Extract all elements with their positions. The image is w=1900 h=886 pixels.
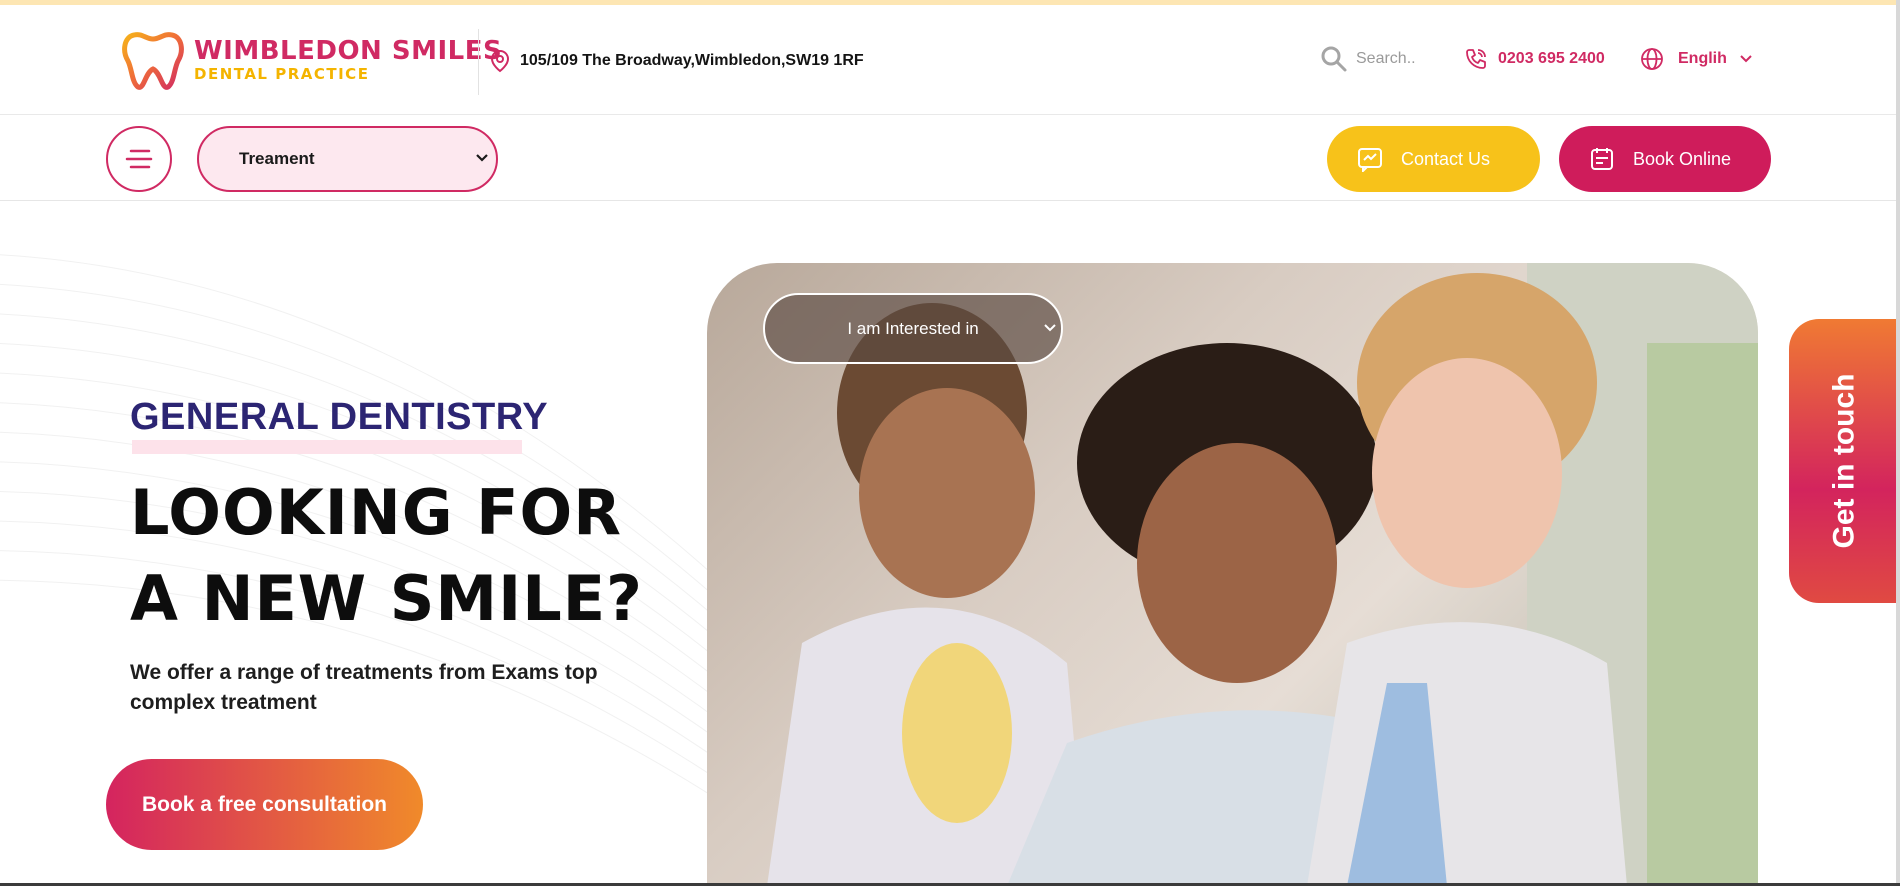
treatment-select-value: Treament <box>239 149 315 168</box>
address: 105/109 The Broadway,Wimbledon,SW19 1RF <box>490 49 864 73</box>
book-free-consultation-button[interactable]: Book a free consultation <box>106 759 423 850</box>
contact-us-label: Contact Us <box>1401 148 1491 169</box>
hero-description: We offer a range of treatments from Exam… <box>130 661 598 714</box>
search-icon[interactable] <box>1320 45 1348 73</box>
search[interactable]: Search.. <box>1320 45 1416 73</box>
contact-us-button[interactable]: Contact Us <box>1327 126 1540 192</box>
book-online-label: Book Online <box>1633 148 1732 169</box>
tooth-logo-icon <box>122 32 184 90</box>
chevron-down-icon <box>476 154 488 162</box>
secondary-nav: Treament Contact Us Book Online <box>0 115 1900 201</box>
phone-link[interactable]: 0203 695 2400 <box>1464 47 1605 71</box>
hero-eyebrow: GENERAL DENTISTRY <box>130 396 549 438</box>
header-divider <box>478 29 479 95</box>
eyebrow-highlight <box>132 440 522 454</box>
language-label: Englih <box>1678 50 1727 67</box>
logo-title: WIMBLEDON SMILES <box>194 36 503 66</box>
interest-select[interactable]: I am Interested in <box>763 293 1063 364</box>
get-in-touch-tab[interactable]: Get in touch <box>1789 319 1900 603</box>
address-text: 105/109 The Broadway,Wimbledon,SW19 1RF <box>520 52 864 69</box>
treatment-select[interactable]: Treament <box>197 126 498 192</box>
chevron-down-icon <box>1044 324 1056 332</box>
interest-select-value: I am Interested in <box>847 318 979 338</box>
scrollbar-track[interactable] <box>1896 0 1900 886</box>
top-header: WIMBLEDON SMILES DENTAL PRACTICE 105/109… <box>0 5 1900 115</box>
hero-headline: LOOKING FOR A NEW SMILE? <box>130 470 643 642</box>
site-logo[interactable]: WIMBLEDON SMILES DENTAL PRACTICE <box>120 27 502 93</box>
hamburger-menu-icon <box>125 149 153 169</box>
location-pin-icon <box>490 49 510 73</box>
hero-headline-line2: A NEW SMILE? <box>130 562 644 635</box>
chevron-down-icon <box>1740 55 1752 63</box>
search-input[interactable]: Search.. <box>1356 50 1416 68</box>
menu-button[interactable] <box>106 126 172 192</box>
get-in-touch-label: Get in touch <box>1827 373 1861 549</box>
calendar-icon <box>1591 148 1613 170</box>
phone-icon <box>1466 49 1486 69</box>
chat-icon <box>1358 148 1382 172</box>
book-online-button[interactable]: Book Online <box>1559 126 1771 192</box>
phone-number: 0203 695 2400 <box>1498 50 1605 67</box>
globe-icon <box>1641 48 1663 70</box>
language-selector[interactable]: Englih <box>1640 47 1753 71</box>
hero-headline-line1: LOOKING FOR <box>130 476 622 549</box>
logo-subtitle: DENTAL PRACTICE <box>194 65 370 83</box>
